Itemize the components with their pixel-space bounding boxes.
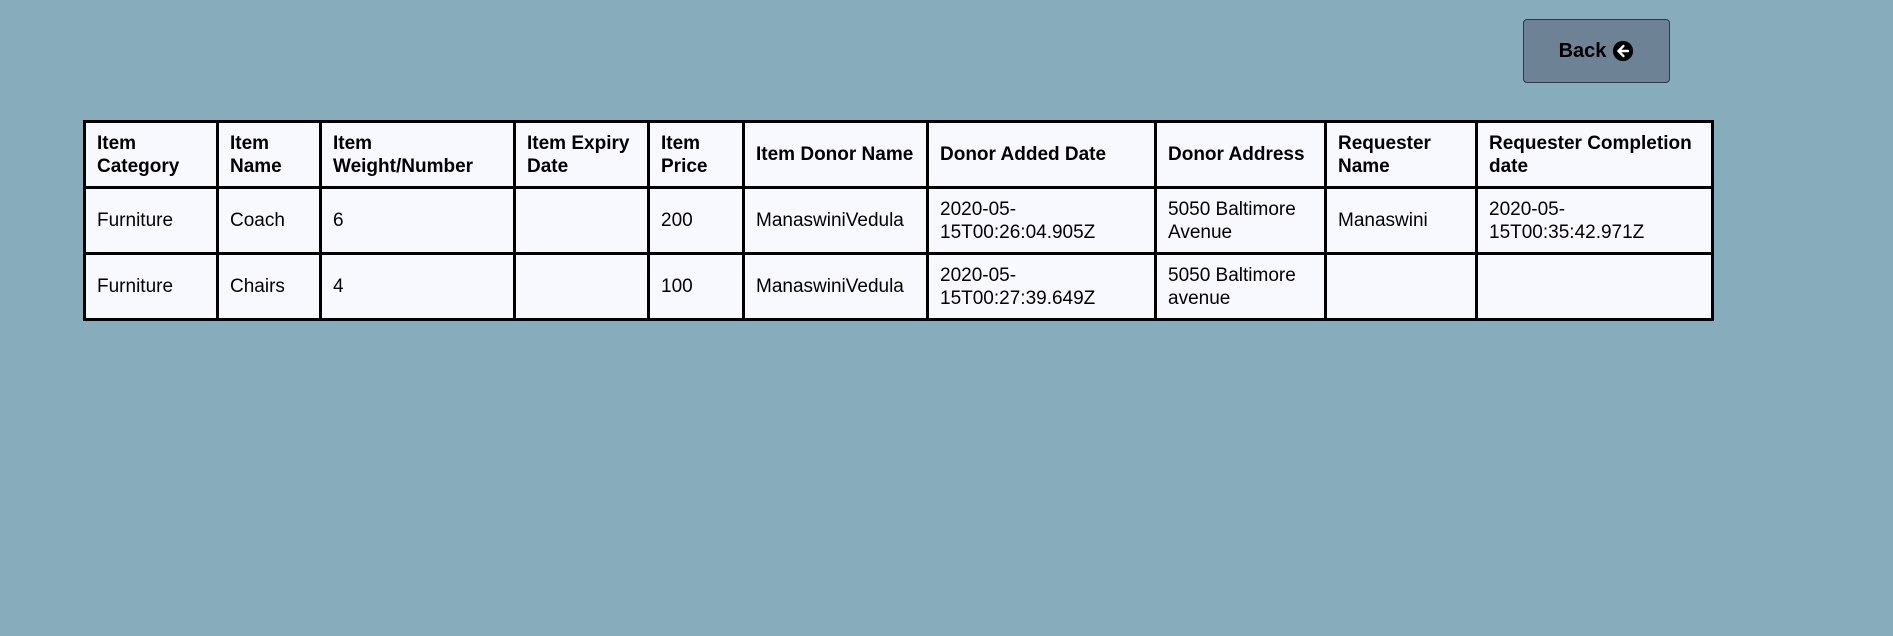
column-header-donor-address: Donor Address (1154, 120, 1327, 189)
cell-item-name: Coach (216, 186, 322, 255)
column-header-donor-added-date: Donor Added Date (926, 120, 1157, 189)
column-header-requester-name: Requester Name (1324, 120, 1478, 189)
cell-donor-added-date: 2020-05-15T00:27:39.649Z (926, 252, 1157, 321)
table-row: Furniture Chairs 4 100 ManaswiniVedula 2… (83, 252, 1714, 321)
table-header: Item Category Item Name Item Weight/Numb… (83, 120, 1714, 189)
cell-item-donor-name: ManaswiniVedula (742, 252, 929, 321)
back-button-label: Back (1558, 39, 1607, 62)
column-header-item-category: Item Category (83, 120, 219, 189)
cell-requester-name (1324, 252, 1478, 321)
cell-item-category: Furniture (83, 186, 219, 255)
arrow-circle-left-icon (1612, 40, 1634, 62)
cell-item-expiry-date (513, 252, 650, 321)
table-row: Furniture Coach 6 200 ManaswiniVedula 20… (83, 186, 1714, 255)
cell-item-category: Furniture (83, 252, 219, 321)
cell-item-expiry-date (513, 186, 650, 255)
column-header-item-donor-name: Item Donor Name (742, 120, 929, 189)
page: Back Item Category Item Name Item Weight… (0, 0, 1893, 636)
items-table: Item Category Item Name Item Weight/Numb… (83, 120, 1714, 321)
back-button[interactable]: Back (1523, 19, 1670, 83)
cell-requester-completion-date: 2020-05-15T00:35:42.971Z (1475, 186, 1714, 255)
column-header-item-expiry-date: Item Expiry Date (513, 120, 650, 189)
cell-item-name: Chairs (216, 252, 322, 321)
cell-donor-added-date: 2020-05-15T00:26:04.905Z (926, 186, 1157, 255)
cell-donor-address: 5050 Baltimore Avenue (1154, 186, 1327, 255)
cell-requester-name: Manaswini (1324, 186, 1478, 255)
cell-donor-address: 5050 Baltimore avenue (1154, 252, 1327, 321)
column-header-item-price: Item Price (647, 120, 745, 189)
cell-requester-completion-date (1475, 252, 1714, 321)
column-header-item-name: Item Name (216, 120, 322, 189)
column-header-item-weight-number: Item Weight/Number (319, 120, 516, 189)
column-header-requester-completion-date: Requester Completion date (1475, 120, 1714, 189)
cell-item-price: 200 (647, 186, 745, 255)
header-row: Item Category Item Name Item Weight/Numb… (83, 120, 1714, 189)
cell-item-donor-name: ManaswiniVedula (742, 186, 929, 255)
table-body: Furniture Coach 6 200 ManaswiniVedula 20… (83, 186, 1714, 321)
cell-item-weight-number: 4 (319, 252, 516, 321)
cell-item-price: 100 (647, 252, 745, 321)
cell-item-weight-number: 6 (319, 186, 516, 255)
